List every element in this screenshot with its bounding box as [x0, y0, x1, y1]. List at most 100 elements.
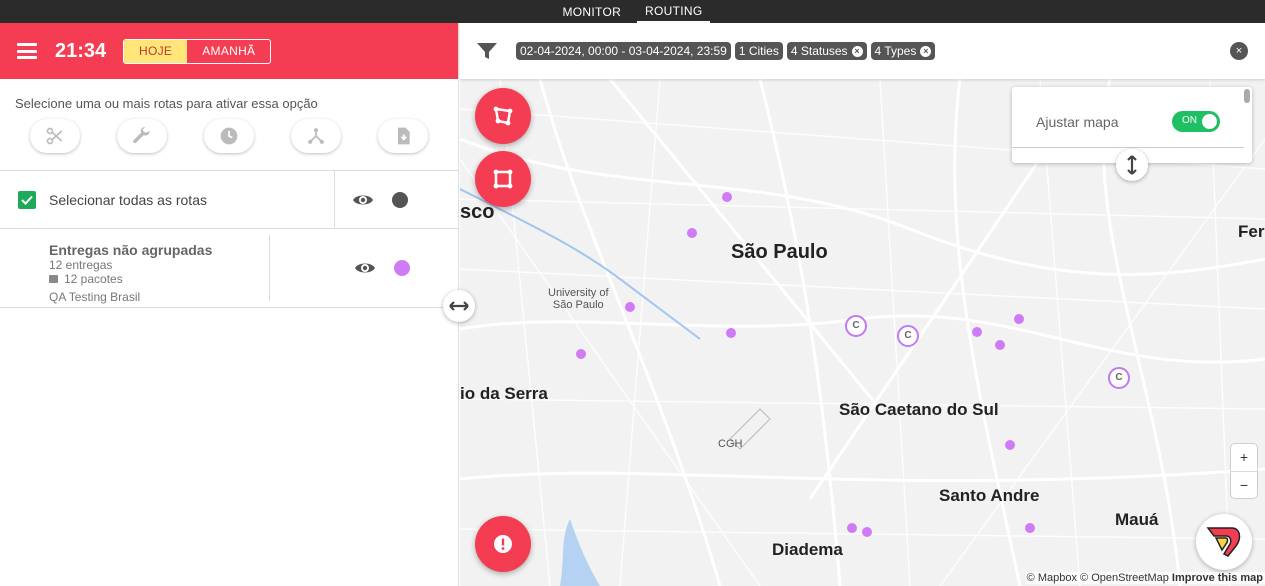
- delivery-pin[interactable]: [726, 328, 736, 338]
- delivery-pin[interactable]: [972, 327, 982, 337]
- cities-chip[interactable]: 1 Cities: [734, 42, 783, 60]
- rectangle-select-icon: [493, 169, 513, 189]
- routes-sidebar: 21:34 HOJE AMANHÃ Selecione uma ou mais …: [0, 23, 459, 586]
- cluster-marker[interactable]: C: [897, 325, 919, 347]
- map-label-usp: University of São Paulo: [548, 287, 609, 311]
- route-tools: [0, 116, 458, 171]
- edit-route-button[interactable]: [117, 119, 168, 153]
- types-text: 4 Types: [874, 44, 917, 58]
- delivery-pin[interactable]: [847, 523, 857, 533]
- adjust-map-label: Ajustar mapa: [1036, 114, 1119, 130]
- alerts-button[interactable]: [475, 516, 531, 572]
- eye-icon[interactable]: [352, 192, 374, 208]
- select-all-color-dot[interactable]: [392, 191, 408, 208]
- zoom-out-button[interactable]: −: [1231, 471, 1257, 498]
- statuses-chip[interactable]: 4 Statuses ×: [786, 42, 867, 60]
- select-all-row: Selecionar todas as rotas: [0, 171, 458, 229]
- map-label-osasco: sco: [460, 201, 495, 223]
- map-label-serra: io da Serra: [460, 384, 548, 403]
- card-scrollbar[interactable]: [1244, 89, 1250, 103]
- cluster-marker[interactable]: C: [1108, 367, 1130, 389]
- filter-bar: 02-04-2024, 00:00 - 03-04-2024, 23:59 1 …: [460, 23, 1265, 79]
- select-all-actions: [335, 171, 458, 228]
- split-route-button[interactable]: [30, 119, 81, 153]
- sidebar-header: 21:34 HOJE AMANHÃ: [0, 23, 458, 79]
- checkmark-icon: [21, 195, 33, 205]
- delivery-pin[interactable]: [625, 302, 635, 312]
- map-label-santo-andre: Santo Andre: [939, 486, 1040, 505]
- panel-resize-handle[interactable]: [443, 290, 475, 322]
- draw-polygon-button[interactable]: [475, 88, 531, 144]
- zoom-in-button[interactable]: +: [1231, 444, 1257, 471]
- route-packages-line: 12 pacotes: [49, 272, 269, 286]
- toggle-knob: [1202, 114, 1217, 129]
- cities-text: 1 Cities: [738, 44, 779, 58]
- schedule-route-button[interactable]: [203, 119, 254, 153]
- scissors-icon: [47, 127, 63, 145]
- route-company: QA Testing Brasil: [49, 290, 141, 304]
- delivery-pin[interactable]: [1014, 314, 1024, 324]
- delivery-pin[interactable]: [722, 192, 732, 202]
- tools-hint: Selecione uma ou mais rotas para ativar …: [15, 96, 318, 111]
- map-label-cgh: CGH: [718, 438, 743, 450]
- delivery-pin[interactable]: [1025, 523, 1035, 533]
- types-chip[interactable]: 4 Types ×: [870, 42, 936, 60]
- attribution-mapbox[interactable]: © Mapbox: [1027, 572, 1077, 584]
- tomorrow-option[interactable]: AMANHÃ: [187, 40, 270, 63]
- select-all-checkbox[interactable]: [18, 190, 36, 209]
- map-label-sao-paulo: São Paulo: [731, 241, 828, 263]
- optimize-route-button[interactable]: [290, 119, 341, 153]
- date-range-chip[interactable]: 02-04-2024, 00:00 - 03-04-2024, 23:59: [516, 42, 731, 60]
- adjust-map-toggle[interactable]: ON: [1172, 111, 1220, 132]
- route-deliveries: 12 entregas: [49, 258, 113, 272]
- tab-monitor[interactable]: MONITOR: [555, 1, 630, 22]
- eye-icon[interactable]: [354, 260, 376, 276]
- polygon-select-icon: [493, 106, 513, 126]
- filter-icon[interactable]: [476, 42, 498, 60]
- route-actions: [270, 229, 458, 307]
- menu-icon[interactable]: [17, 43, 37, 59]
- clock-icon: [220, 127, 238, 145]
- alert-icon: [494, 535, 512, 553]
- today-option[interactable]: HOJE: [124, 39, 188, 63]
- day-toggle: HOJE AMANHÃ: [123, 38, 272, 64]
- map-label-sao-caetano: São Caetano do Sul: [839, 400, 999, 419]
- card-resize-handle[interactable]: [1116, 149, 1148, 181]
- route-row[interactable]: Entregas não agrupadas 12 entregas 12 pa…: [0, 229, 458, 308]
- download-file-icon: [397, 127, 410, 145]
- delivery-pin[interactable]: [995, 340, 1005, 350]
- card-divider: [1012, 147, 1244, 148]
- map-label-maua: Mauá: [1115, 510, 1159, 529]
- app-logo[interactable]: [1196, 514, 1252, 570]
- route-packages: 12 pacotes: [64, 272, 123, 286]
- draw-rectangle-button[interactable]: [475, 151, 531, 207]
- route-icon: [307, 128, 324, 144]
- map-label-diadema: Diadema: [772, 540, 843, 559]
- route-color-dot[interactable]: [394, 260, 410, 276]
- attribution-improve[interactable]: Improve this map: [1172, 572, 1263, 584]
- cluster-marker[interactable]: C: [845, 315, 867, 337]
- remove-statuses-icon[interactable]: ×: [851, 45, 863, 57]
- clear-filters-button[interactable]: ×: [1230, 42, 1248, 60]
- delivery-pin[interactable]: [687, 228, 697, 238]
- delivery-pin[interactable]: [576, 349, 586, 359]
- select-all-label: Selecionar todas as rotas: [49, 191, 207, 208]
- route-info: Entregas não agrupadas 12 entregas 12 pa…: [0, 235, 270, 304]
- current-time: 21:34: [55, 39, 107, 62]
- remove-types-icon[interactable]: ×: [920, 45, 932, 57]
- adjust-map-card: Ajustar mapa ON: [1012, 87, 1252, 181]
- brand-logo-icon: [1206, 527, 1241, 557]
- wrench-icon: [133, 126, 150, 144]
- horizontal-arrows-icon: [449, 301, 469, 311]
- statuses-text: 4 Statuses: [790, 44, 848, 58]
- tab-routing[interactable]: ROUTING: [637, 0, 711, 23]
- zoom-controls: + −: [1231, 444, 1257, 498]
- attribution-osm[interactable]: © OpenStreetMap: [1080, 572, 1169, 584]
- delivery-pin[interactable]: [862, 527, 872, 537]
- select-all-control: Selecionar todas as rotas: [0, 171, 335, 228]
- package-icon: [49, 275, 58, 283]
- download-route-button[interactable]: [377, 119, 428, 153]
- map-label-ferraz: Ferr: [1238, 222, 1265, 241]
- vertical-arrows-icon: [1127, 155, 1137, 175]
- delivery-pin[interactable]: [1005, 440, 1015, 450]
